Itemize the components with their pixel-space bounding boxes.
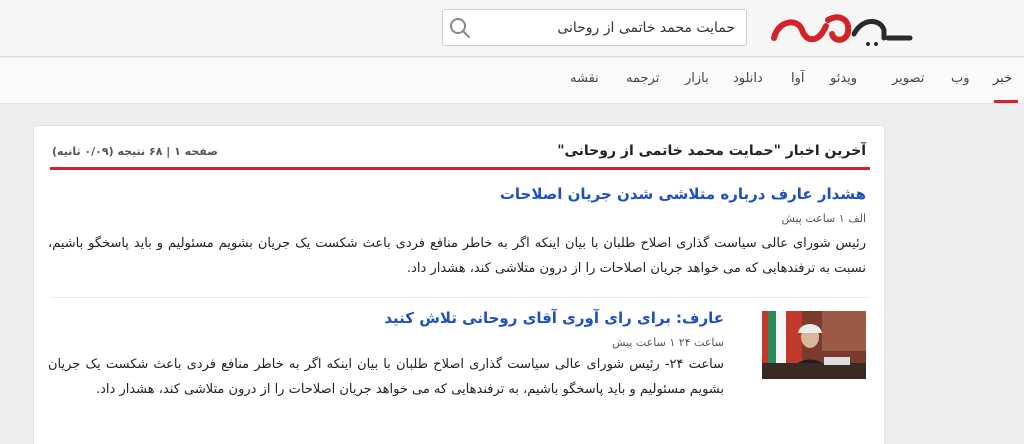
results-card: آخرین اخبار "حمایت محمد خاتمی از روحانی"… (33, 125, 885, 444)
tab-map[interactable]: نقشه (570, 71, 599, 86)
result-source: الف ۱ ساعت پیش (781, 212, 866, 225)
result-divider (50, 297, 870, 298)
result-snippet: رئیس شورای عالی سیاست گذاری اصلاح طلبان … (48, 236, 866, 276)
search-box (442, 9, 747, 46)
tab-market[interactable]: بازار (685, 71, 709, 86)
tab-web[interactable]: وب (951, 71, 970, 86)
search-icon[interactable] (447, 15, 473, 41)
heading-divider (50, 167, 870, 170)
active-tab-indicator (994, 100, 1018, 103)
tab-video[interactable]: ویدئو (830, 71, 857, 86)
tab-download[interactable]: دانلود (733, 71, 763, 86)
result-title[interactable]: عارف: برای رای آوری آقای روحانی تلاش کنی… (384, 309, 724, 327)
search-input[interactable] (479, 10, 739, 45)
category-nav: خبر وب تصویر ویدئو آوا دانلود بازار ترجم… (0, 58, 1024, 104)
result-snippet: ساعت ۲۴- رئیس شورای عالی سیاست گذاری اصل… (48, 357, 725, 397)
results-meta: صفحه ۱ | ۶۸ نتیجه (۰/۰۹ ثانیه) (52, 145, 218, 158)
site-logo[interactable] (768, 8, 918, 50)
tab-audio[interactable]: آوا (791, 71, 805, 86)
result-title[interactable]: هشدار عارف درباره متلاشی شدن جریان اصلاح… (500, 185, 866, 203)
result-thumbnail[interactable] (762, 311, 866, 379)
result-source: ساعت ۲۴ ۱ ساعت پیش (611, 336, 724, 349)
tab-images[interactable]: تصویر (892, 71, 924, 86)
top-bar (0, 0, 1024, 57)
tab-news[interactable]: خبر (993, 71, 1012, 86)
tab-translate[interactable]: ترجمه (626, 71, 659, 86)
results-heading: آخرین اخبار "حمایت محمد خاتمی از روحانی" (557, 143, 866, 159)
